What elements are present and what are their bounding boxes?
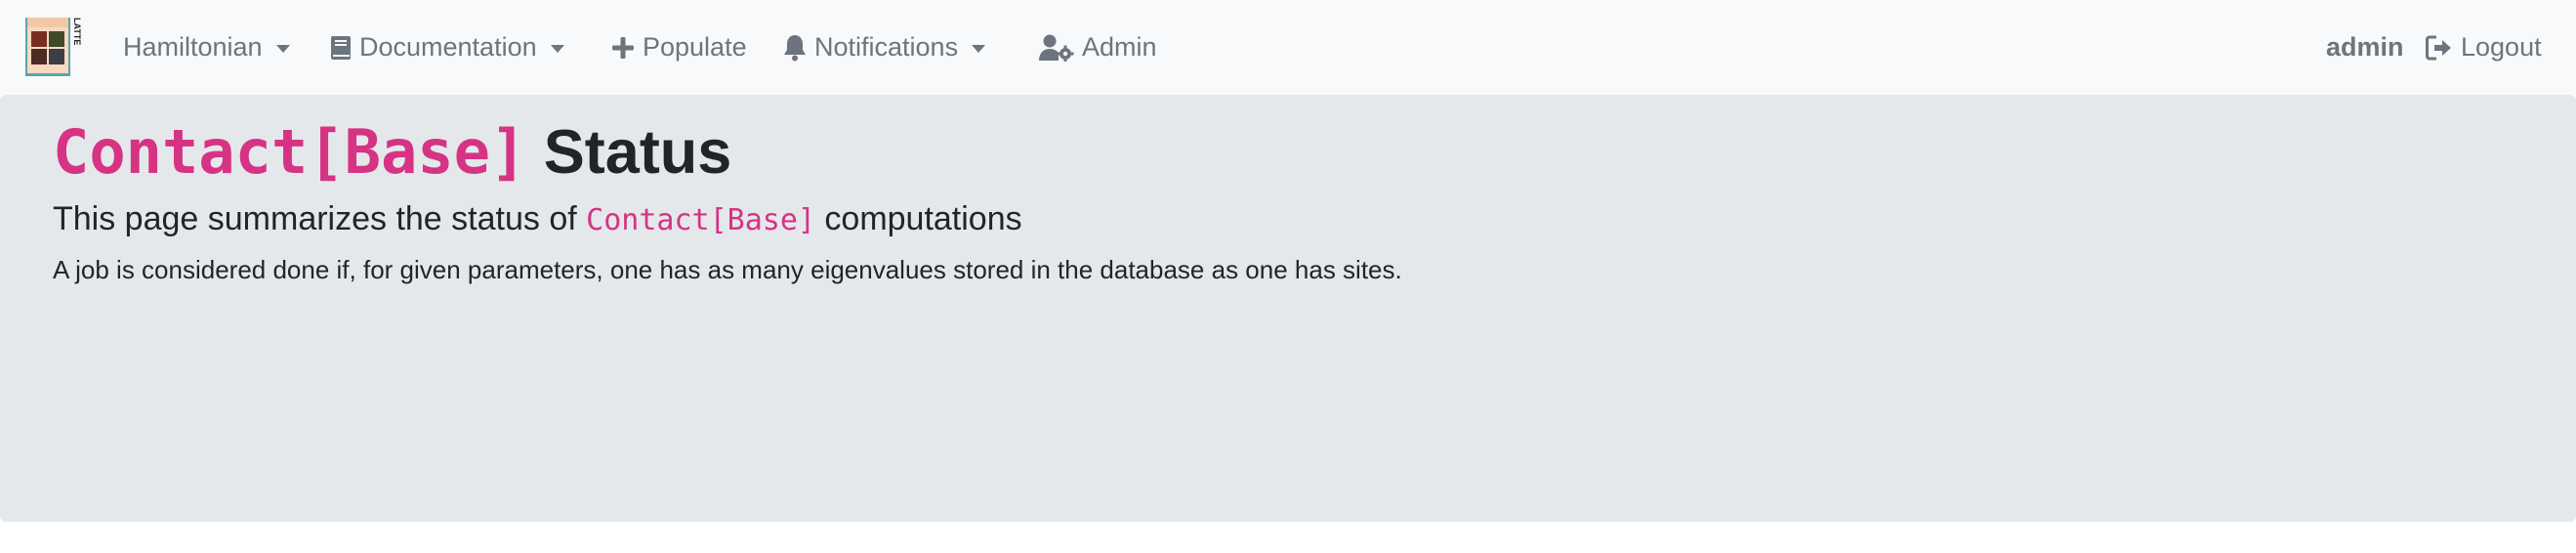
top-navbar: LATTE Hamiltonian Documentation Populate <box>0 0 2576 95</box>
nav-hamiltonian-label: Hamiltonian <box>123 32 263 62</box>
nav-notifications-label: Notifications <box>814 32 959 62</box>
chevron-down-icon <box>275 44 290 53</box>
page-title: Contact[Base] Status <box>53 113 731 191</box>
plus-icon <box>611 36 635 60</box>
latte-jar-icon <box>25 18 70 76</box>
bell-icon <box>783 34 807 62</box>
logout-label: Logout <box>2461 32 2542 62</box>
current-user-name: admin <box>2326 32 2404 62</box>
sign-out-icon <box>2426 35 2453 61</box>
subtitle-code: Contact[Base] <box>586 203 815 237</box>
nav-hamiltonian-dropdown[interactable]: Hamiltonian <box>123 0 290 95</box>
nav-populate[interactable]: Populate <box>611 0 747 95</box>
user-cog-icon <box>1039 34 1074 62</box>
chevron-down-icon <box>550 44 564 53</box>
subtitle-prefix: This page summarizes the status of <box>53 200 577 237</box>
nav-documentation-dropdown[interactable]: Documentation <box>330 0 564 95</box>
page-subtitle: This page summarizes the status of Conta… <box>53 197 1022 242</box>
page-description: A job is considered done if, for given p… <box>53 255 1402 284</box>
subtitle-suffix: computations <box>824 200 1022 237</box>
page-title-text: Status <box>543 118 732 187</box>
brand-logo-text: LATTE <box>72 18 82 46</box>
nav-documentation-label: Documentation <box>359 32 537 62</box>
logout-link[interactable]: Logout <box>2426 0 2542 95</box>
nav-populate-label: Populate <box>643 32 747 62</box>
book-icon <box>330 35 352 61</box>
page-title-code: Contact[Base] <box>53 116 527 188</box>
nav-admin[interactable]: Admin <box>1039 0 1157 95</box>
brand-logo[interactable]: LATTE <box>25 18 82 76</box>
chevron-down-icon <box>972 44 986 53</box>
nav-admin-label: Admin <box>1082 32 1157 62</box>
nav-notifications-dropdown[interactable]: Notifications <box>783 0 986 95</box>
